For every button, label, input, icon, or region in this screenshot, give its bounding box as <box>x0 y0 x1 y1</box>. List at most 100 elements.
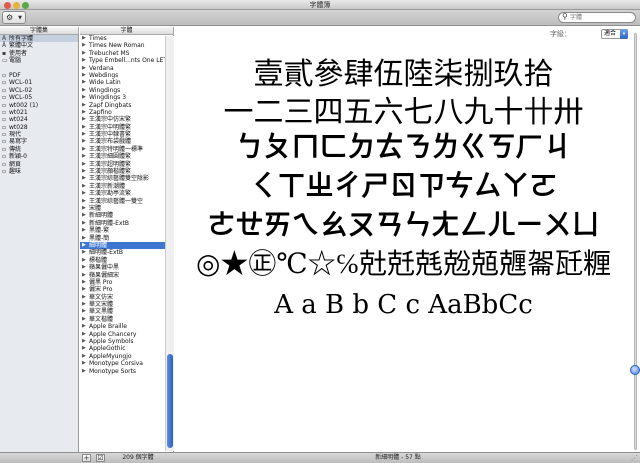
disclosure-triangle-icon[interactable]: ▶ <box>82 272 86 279</box>
font-item[interactable]: ▶ 蘋果儷中黑 <box>80 264 173 271</box>
font-item[interactable]: ▶ Apple Braille <box>80 323 173 330</box>
font-item[interactable]: ▶ Apple Chancery <box>80 331 173 338</box>
disclosure-triangle-icon[interactable]: ▶ <box>82 131 86 138</box>
font-item[interactable]: ▶ Webdings <box>80 72 173 79</box>
collection-item[interactable]: Å 繁體中文 <box>0 42 78 49</box>
font-item[interactable]: ▶ Times <box>80 35 173 42</box>
size-select[interactable]: 適合 ▾ <box>601 29 628 39</box>
disclosure-triangle-icon[interactable]: ▶ <box>82 65 86 72</box>
font-item[interactable]: ▶ 新細明體 <box>80 212 173 219</box>
disclosure-triangle-icon[interactable]: ▶ <box>82 168 86 175</box>
disclosure-triangle-icon[interactable]: ▶ <box>82 109 86 116</box>
font-item[interactable]: ▶ Trebuchet MS <box>80 50 173 57</box>
font-item[interactable]: ▶ Wide Latin <box>80 79 173 86</box>
disclosure-triangle-icon[interactable]: ▶ <box>82 308 86 315</box>
disclosure-triangle-icon[interactable]: ▶ <box>82 94 86 101</box>
font-item[interactable]: ▶ Monotype Sorts <box>80 368 173 375</box>
font-item[interactable]: ▶ Wingdings <box>80 87 173 94</box>
disclosure-triangle-icon[interactable]: ▶ <box>82 294 86 301</box>
disclosure-triangle-icon[interactable]: ▶ <box>82 205 86 212</box>
size-slider-track[interactable] <box>634 33 637 450</box>
disclosure-triangle-icon[interactable]: ▶ <box>82 42 86 49</box>
disclosure-triangle-icon[interactable]: ▶ <box>82 116 86 123</box>
disclosure-triangle-icon[interactable]: ▶ <box>82 286 86 293</box>
disclosure-triangle-icon[interactable]: ▶ <box>82 190 86 197</box>
collection-options-button[interactable]: ☑ <box>96 454 105 462</box>
disclosure-triangle-icon[interactable]: ▶ <box>82 79 86 86</box>
disclosure-triangle-icon[interactable]: ▶ <box>82 212 86 219</box>
search-field[interactable]: ⚲ <box>558 12 636 23</box>
collection-item[interactable]: ▫ 趣味 <box>0 168 78 175</box>
font-item[interactable]: ▶ AppleMyungjo <box>80 353 173 360</box>
disclosure-triangle-icon[interactable]: ▶ <box>82 279 86 286</box>
font-item[interactable]: ▶ 王漢宗細圓體繁 <box>80 153 173 160</box>
collection-item[interactable]: ▫ wt002 (1) <box>0 102 78 109</box>
disclosure-triangle-icon[interactable]: ▶ <box>82 353 86 360</box>
disclosure-triangle-icon[interactable]: ▶ <box>82 161 86 168</box>
disclosure-triangle-icon[interactable]: ▶ <box>82 87 86 94</box>
disclosure-triangle-icon[interactable]: ▶ <box>82 153 86 160</box>
font-item[interactable]: ▶ 王漢宗中明體繁 <box>80 124 173 131</box>
font-item[interactable]: ▶ Type Embell...nts One LET <box>80 57 173 64</box>
font-item[interactable]: ▶ 王漢宗綜藝體一雙空 <box>80 198 173 205</box>
disclosure-triangle-icon[interactable]: ▶ <box>82 301 86 308</box>
font-item[interactable]: ▶ 王漢宗勘亭流繁 <box>80 190 173 197</box>
search-input[interactable] <box>570 13 632 22</box>
disclosure-triangle-icon[interactable]: ▶ <box>82 331 86 338</box>
font-item[interactable]: ▶ Monotype Corsiva <box>80 360 173 367</box>
font-item[interactable]: ▶ 黑體-簡 <box>80 235 173 242</box>
disclosure-triangle-icon[interactable]: ▶ <box>82 249 86 256</box>
disclosure-triangle-icon[interactable]: ▶ <box>82 138 86 145</box>
disclosure-triangle-icon[interactable]: ▶ <box>82 264 86 271</box>
collection-item[interactable]: ▫ 網頁 <box>0 161 78 168</box>
collection-item[interactable]: ▫ 新穎-0 <box>0 153 78 160</box>
collection-item[interactable]: ▫ wt028 <box>0 124 78 131</box>
disclosure-triangle-icon[interactable]: ▶ <box>82 50 86 57</box>
collection-item[interactable]: ▫ 易寫字 <box>0 138 78 145</box>
font-item[interactable]: ▶ 王漢宗中仿宋繁 <box>80 116 173 123</box>
resize-grip-icon[interactable]: ⋰ <box>631 454 638 462</box>
disclosure-triangle-icon[interactable]: ▶ <box>82 124 86 131</box>
collection-item[interactable]: ▫ wt021 <box>0 109 78 116</box>
disclosure-triangle-icon[interactable]: ▶ <box>82 345 86 352</box>
font-item[interactable]: ▶ 儷宋 Pro <box>80 286 173 293</box>
disclosure-triangle-icon[interactable]: ▶ <box>82 323 86 330</box>
font-item[interactable]: ▶ 王漢宗布袋戲體 <box>80 138 173 145</box>
disclosure-triangle-icon[interactable]: ▶ <box>82 183 86 190</box>
disclosure-triangle-icon[interactable]: ▶ <box>82 175 86 182</box>
disclosure-triangle-icon[interactable]: ▶ <box>82 368 86 375</box>
disclosure-triangle-icon[interactable]: ▶ <box>82 316 86 323</box>
font-item[interactable]: ▶ AppleGothic <box>80 345 173 352</box>
action-menu-button[interactable]: ⚙ ▼ <box>2 11 26 24</box>
collection-item[interactable]: ▫ WCL-05 <box>0 94 78 101</box>
disclosure-triangle-icon[interactable]: ▶ <box>82 257 86 264</box>
font-list-scrollbar[interactable] <box>165 36 174 451</box>
font-item[interactable]: ▶ 華文仿宋 <box>80 294 173 301</box>
font-item[interactable]: ▶ Wingdings 3 <box>80 94 173 101</box>
font-item[interactable]: ▶ 細明體-ExtB <box>80 249 173 256</box>
disclosure-triangle-icon[interactable]: ▶ <box>82 146 86 153</box>
disclosure-triangle-icon[interactable]: ▶ <box>82 102 86 109</box>
disclosure-triangle-icon[interactable]: ▶ <box>82 198 86 205</box>
font-item[interactable]: ▶ Apple Symbols <box>80 338 173 345</box>
disclosure-triangle-icon[interactable]: ▶ <box>82 242 86 249</box>
font-item[interactable]: ▶ Times New Roman <box>80 42 173 49</box>
disclosure-triangle-icon[interactable]: ▶ <box>82 235 86 242</box>
add-collection-button[interactable]: + <box>82 454 91 462</box>
font-item[interactable]: ▶ 王漢宗綜藝體雙空陰影 <box>80 175 173 182</box>
collection-item[interactable]: ▫ PDF <box>0 72 78 79</box>
disclosure-triangle-icon[interactable]: ▶ <box>82 338 86 345</box>
collection-item[interactable]: ▫ wt024 <box>0 116 78 123</box>
size-slider-knob[interactable] <box>630 365 640 375</box>
disclosure-triangle-icon[interactable]: ▶ <box>82 72 86 79</box>
font-item[interactable]: ▶ 王漢宗超明體繁 <box>80 161 173 168</box>
disclosure-triangle-icon[interactable]: ▶ <box>82 57 86 64</box>
collection-item[interactable]: ▫ WCL-02 <box>0 87 78 94</box>
font-item[interactable]: ▶ 蘋果儷細宋 <box>80 272 173 279</box>
font-item[interactable]: ▶ 華文楷體 <box>80 316 173 323</box>
scrollbar-thumb[interactable] <box>167 354 173 448</box>
disclosure-triangle-icon[interactable]: ▶ <box>82 227 86 234</box>
disclosure-triangle-icon[interactable]: ▶ <box>82 220 86 227</box>
disclosure-triangle-icon[interactable]: ▶ <box>82 35 86 42</box>
font-item[interactable]: ▶ 標楷體 <box>80 257 173 264</box>
